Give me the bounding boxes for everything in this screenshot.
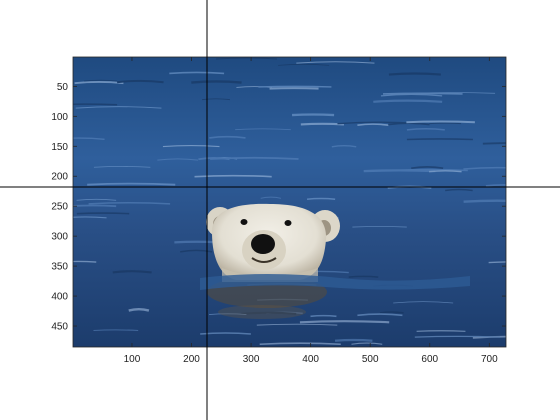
x-tick-label: 200 [183, 354, 200, 365]
wave-streak [388, 72, 441, 76]
wave-streak [112, 270, 152, 274]
y-tick-label: 200 [51, 172, 68, 183]
figure-window: 100 200 300 400 500 600 700 50 100 150 200 250 300 3… [0, 0, 560, 420]
wave-streak [299, 320, 390, 324]
y-tick-label: 350 [51, 262, 68, 273]
image-axes: 100 200 300 400 500 600 700 50 100 150 200 250 300 3… [0, 0, 560, 420]
y-tick-label: 150 [51, 142, 68, 153]
wave-streak [73, 103, 118, 106]
wave-streak [488, 261, 506, 264]
wave-streak [258, 85, 332, 88]
x-tick-label: 500 [362, 354, 379, 365]
wave-streak [348, 275, 379, 278]
y-tick-label: 400 [51, 292, 68, 303]
wave-streak [406, 120, 475, 124]
wave-streak [379, 311, 404, 314]
wave-streak [406, 138, 473, 141]
wave-streak [463, 199, 506, 203]
wave-streak [93, 329, 139, 332]
wave-streak [429, 170, 462, 173]
wave-streak [414, 335, 500, 338]
wave-streak [291, 113, 335, 117]
y-tick-label: 100 [51, 112, 68, 123]
wave-streak [334, 338, 373, 342]
wave-streak [191, 80, 242, 84]
wave-streak [482, 142, 506, 145]
wave-streak [416, 330, 466, 332]
wave-streak [269, 87, 319, 90]
x-tick-label: 600 [421, 354, 438, 365]
wave-streak [128, 308, 150, 312]
wave-streak [485, 184, 506, 187]
y-tick-label: 450 [51, 322, 68, 333]
wave-streak [306, 197, 336, 200]
polar-bear-image [73, 57, 506, 347]
y-tick-label: 50 [57, 82, 69, 93]
wave-streak [429, 122, 462, 125]
x-tick-label: 100 [124, 354, 141, 365]
y-tick-label: 250 [51, 202, 68, 213]
wave-streak [373, 99, 443, 103]
wave-streak [382, 92, 463, 95]
y-tick-label: 300 [51, 232, 68, 243]
wave-streak [76, 212, 130, 215]
wave-streak [310, 314, 337, 318]
wave-streak [87, 182, 176, 186]
x-tick-label: 400 [302, 354, 319, 365]
x-tick-label: 300 [243, 354, 260, 365]
wave-streak [300, 122, 345, 126]
x-tick-label: 700 [481, 354, 498, 365]
